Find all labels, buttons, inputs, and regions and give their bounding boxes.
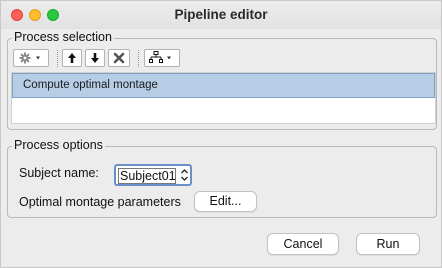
chevron-down-icon <box>167 56 171 60</box>
cancel-button[interactable]: Cancel <box>267 233 339 255</box>
subject-name-field[interactable]: Subject01 <box>118 168 176 184</box>
spinner-arrows[interactable] <box>178 167 190 183</box>
arrow-up-icon <box>68 53 76 63</box>
pipeline-tree-icon <box>149 51 171 63</box>
edit-button[interactable]: Edit... <box>194 191 257 212</box>
chevron-down-icon <box>36 56 40 60</box>
delete-process-button[interactable] <box>108 49 130 67</box>
list-item-compute-optimal-montage[interactable]: Compute optimal montage <box>12 73 435 98</box>
run-button[interactable]: Run <box>356 233 420 255</box>
arrow-down-icon <box>91 53 99 63</box>
move-down-button[interactable] <box>85 49 105 67</box>
title-bar: Pipeline editor <box>1 1 441 29</box>
montage-parameters-label: Optimal montage parameters <box>19 195 181 209</box>
up-down-chevron-icon <box>180 169 188 181</box>
toolbar-separator <box>138 50 139 67</box>
process-options-title: Process options <box>12 138 105 152</box>
subject-name-label: Subject name: <box>19 166 99 180</box>
pipeline-editor-window: Pipeline editor Process selection Comput… <box>0 0 442 268</box>
window-title: Pipeline editor <box>174 7 268 22</box>
process-label: Compute optimal montage <box>23 79 158 91</box>
process-list: Compute optimal montage <box>11 72 436 124</box>
process-options-group: Process options Subject name: Subject01 … <box>7 138 437 218</box>
pipeline-tree-dropdown-button[interactable] <box>144 49 180 67</box>
process-selection-title: Process selection <box>12 30 114 44</box>
process-selection-group: Process selection Compute optimal montag… <box>7 30 437 130</box>
move-up-button[interactable] <box>62 49 82 67</box>
delete-x-icon <box>113 52 125 64</box>
gear-icon <box>19 52 40 64</box>
toolbar-separator <box>57 50 58 67</box>
subject-name-spinner[interactable]: Subject01 <box>114 164 192 186</box>
gear-dropdown-button[interactable] <box>13 49 49 67</box>
